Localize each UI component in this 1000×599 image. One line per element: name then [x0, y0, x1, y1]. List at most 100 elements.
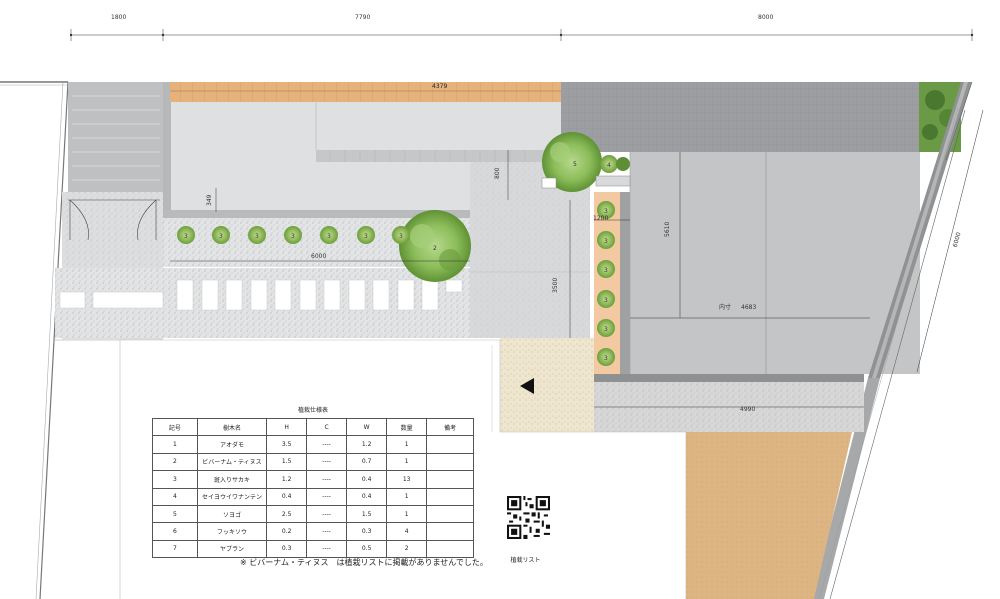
footnote: ※ ビバーナム・ティヌス は植栽リストに掲載がありませんでした。: [240, 558, 488, 567]
col-header: 記号: [152, 417, 198, 437]
yellow-gravel: [500, 338, 594, 432]
shrub-marker: 3: [364, 233, 368, 240]
table-row: 5 ソヨゴ 2.5 ---- 1.5 1: [152, 504, 474, 524]
table-cell: 0.4: [266, 487, 308, 506]
wood-bench: 4379: [170, 82, 562, 102]
tree-main: 2: [399, 210, 471, 282]
table-cell: ビバーナム・ティヌス: [196, 452, 268, 472]
table-row: 7 ヤブラン 0.3 ---- 0.5 2: [152, 539, 474, 559]
table-cell: 5: [152, 504, 198, 524]
table-cell: 4: [386, 522, 428, 541]
table-cell: 1.5: [266, 452, 308, 472]
shrub-marker: 3: [291, 233, 295, 240]
small-shrub-marker: 4: [607, 162, 611, 169]
table-header-row: 記号 樹木名 H C W 数量 備考: [152, 417, 474, 437]
dark-paving: [561, 82, 921, 152]
dim-5610: 5610: [664, 222, 671, 237]
table-row: 1 アオダモ 3.5 ---- 1.2 1: [152, 435, 474, 454]
col-header: 備考: [426, 417, 474, 437]
table-cell: 1: [152, 435, 198, 454]
table-cell: 13: [386, 470, 428, 489]
dim-349: 349: [206, 194, 213, 206]
dim-top-3: 8000: [758, 14, 773, 21]
table-cell: ----: [306, 487, 348, 506]
table-cell: ソヨゴ: [196, 504, 268, 524]
table-cell: [426, 470, 474, 489]
dim-4683: 4683: [741, 304, 756, 311]
dim-800: 800: [494, 167, 501, 179]
table-title: 植栽仕様表: [297, 407, 328, 414]
table-cell: [426, 522, 474, 541]
table-cell: 0.3: [266, 539, 308, 559]
table-row: 4 セイヨウイワナンテン 0.4 ---- 0.4 1: [152, 487, 474, 506]
table-cell: アオダモ: [196, 435, 268, 454]
table-cell: 7: [152, 539, 198, 559]
table-cell: 1.2: [346, 435, 388, 454]
table-cell: [426, 539, 474, 559]
dim-4990: 4990: [740, 406, 755, 413]
tree-entry-marker: 5: [573, 161, 577, 168]
col-header: 樹木名: [196, 417, 268, 437]
shrub-marker: 3: [255, 233, 259, 240]
dim-top-2: 7790: [355, 14, 370, 21]
dim-bench: 4379: [432, 83, 447, 90]
dim-1200: 1200: [593, 215, 608, 222]
table-cell: 2.5: [266, 504, 308, 524]
table-cell: 2: [152, 452, 198, 472]
table-cell: ----: [306, 539, 348, 559]
dim-top-1: 1800: [111, 14, 126, 21]
table-cell: 0.3: [346, 522, 388, 541]
planting-table: 記号 樹木名 H C W 数量 備考 1 アオダモ 3.5 ---- 1.2 1…: [152, 417, 474, 559]
table-cell: 1: [386, 452, 428, 472]
shrub-marker: 3: [219, 233, 223, 240]
table-cell: 1.5: [346, 504, 388, 524]
table-cell: 6: [152, 522, 198, 541]
table-cell: 0.7: [346, 452, 388, 472]
col-header: C: [306, 417, 348, 437]
qr-label: 植栽リスト: [510, 557, 541, 564]
tree-main-marker: 2: [433, 245, 437, 252]
table-cell: ヤブラン: [196, 539, 268, 559]
column-marker: 3: [604, 238, 608, 245]
col-header: W: [346, 417, 388, 437]
inner-label: 内寸: [719, 303, 731, 311]
col-header: 数量: [386, 417, 428, 437]
table-cell: 0.4: [346, 470, 388, 489]
table-cell: 0.4: [346, 487, 388, 506]
table-cell: 0.2: [266, 522, 308, 541]
table-cell: 3.5: [266, 435, 308, 454]
landscape-plan: 1800 7790 8000 4379 2 5 4 3 3 3 3 3 3 3 …: [0, 14, 984, 599]
column-marker: 3: [604, 297, 608, 304]
table-cell: ----: [306, 452, 348, 472]
table-cell: [426, 504, 474, 524]
column-marker: 3: [604, 326, 608, 333]
table-cell: [426, 435, 474, 454]
table-cell: 斑入りサカキ: [196, 470, 268, 489]
dim-3500: 3500: [552, 278, 559, 293]
column-marker: 3: [604, 355, 608, 362]
table-row: 2 ビバーナム・ティヌス 1.5 ---- 0.7 1: [152, 452, 474, 472]
shrub-marker: 3: [399, 233, 403, 240]
table-row: 6 フッキソウ 0.2 ---- 0.3 4: [152, 522, 474, 541]
small-shrub: 4: [600, 155, 630, 173]
table-cell: 1.2: [266, 470, 308, 489]
table-cell: セイヨウイワナンテン: [196, 487, 268, 506]
table-cell: フッキソウ: [196, 522, 268, 541]
table-cell: [426, 452, 474, 472]
table-cell: 1: [386, 487, 428, 506]
table-cell: ----: [306, 435, 348, 454]
table-row: 3 斑入りサカキ 1.2 ---- 0.4 13: [152, 470, 474, 489]
table-cell: 4: [152, 487, 198, 506]
shrub-marker: 3: [327, 233, 331, 240]
column-marker: 3: [604, 208, 608, 215]
table-cell: ----: [306, 522, 348, 541]
col-header: H: [266, 417, 308, 437]
dim-right-diagonal: 6000: [952, 231, 963, 248]
dim-6000-horizontal: 6000: [311, 253, 326, 260]
table-cell: 3: [152, 470, 198, 489]
qr-code[interactable]: [507, 496, 550, 539]
column-marker: 3: [604, 267, 608, 274]
table-cell: [426, 487, 474, 506]
table-cell: 1: [386, 435, 428, 454]
shrub-marker: 3: [184, 233, 188, 240]
